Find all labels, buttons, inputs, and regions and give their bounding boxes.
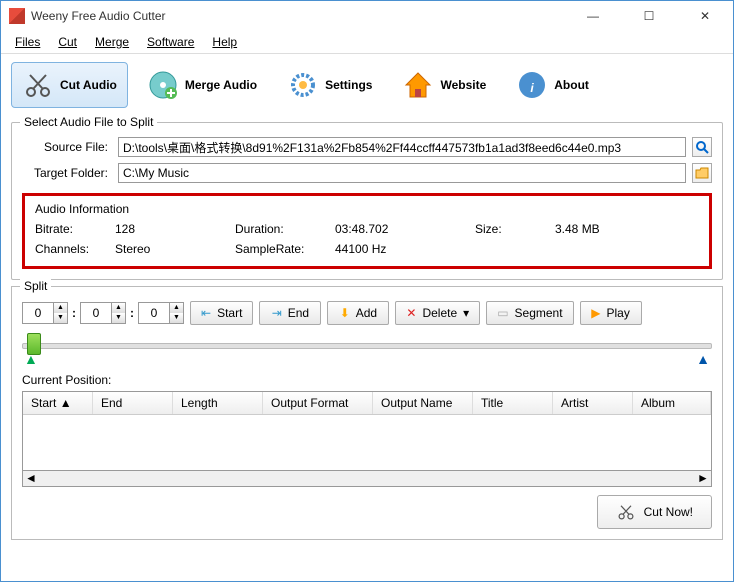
start-marker[interactable]: ▲: [24, 351, 38, 367]
split-title: Split: [20, 279, 51, 293]
merge-audio-label: Merge Audio: [185, 78, 257, 92]
end-marker[interactable]: ▲: [696, 351, 710, 367]
bitrate-label: Bitrate:: [35, 222, 115, 236]
minutes-input[interactable]: [81, 306, 111, 320]
duration-label: Duration:: [235, 222, 335, 236]
down-arrow-icon: ⬇: [340, 306, 350, 320]
menu-merge[interactable]: Merge: [87, 33, 137, 51]
about-label: About: [554, 78, 589, 92]
sort-icon: ▲: [60, 396, 72, 410]
hours-spinner[interactable]: ▲▼: [22, 302, 68, 324]
seconds-up[interactable]: ▲: [169, 303, 183, 313]
horizontal-scrollbar[interactable]: ◄►: [22, 471, 712, 487]
info-icon: i: [516, 69, 548, 101]
merge-audio-button[interactable]: Merge Audio: [136, 62, 268, 108]
menu-cut[interactable]: Cut: [50, 33, 85, 51]
bitrate-value: 128: [115, 222, 235, 236]
audio-info-title: Audio Information: [35, 202, 699, 216]
size-value: 3.48 MB: [555, 222, 635, 236]
menu-files[interactable]: Files: [7, 33, 48, 51]
segments-list[interactable]: Start ▲ End Length Output Format Output …: [22, 391, 712, 471]
audio-info-group: Audio Information Bitrate: 128 Duration:…: [22, 193, 712, 269]
channels-label: Channels:: [35, 242, 115, 256]
minutes-spinner[interactable]: ▲▼: [80, 302, 126, 324]
website-label: Website: [440, 78, 486, 92]
close-button[interactable]: ✕: [685, 6, 725, 26]
samplerate-value: 44100 Hz: [335, 242, 475, 256]
menu-software[interactable]: Software: [139, 33, 202, 51]
app-icon: [9, 8, 25, 24]
settings-button[interactable]: Settings: [276, 62, 383, 108]
chevron-down-icon: ▾: [463, 306, 469, 320]
titlebar: Weeny Free Audio Cutter — ☐ ✕: [1, 1, 733, 31]
target-folder-label: Target Folder:: [22, 166, 112, 180]
scroll-right[interactable]: ►: [695, 471, 711, 486]
play-button[interactable]: ▶Play: [580, 301, 642, 325]
hours-up[interactable]: ▲: [53, 303, 67, 313]
cut-now-button[interactable]: Cut Now!: [597, 495, 712, 529]
scissors-icon: [616, 502, 636, 522]
seconds-spinner[interactable]: ▲▼: [138, 302, 184, 324]
duration-value: 03:48.702: [335, 222, 475, 236]
minimize-button[interactable]: —: [573, 6, 613, 26]
position-slider[interactable]: ▲ ▲: [22, 333, 712, 363]
current-position-label: Current Position:: [22, 373, 712, 387]
minutes-down[interactable]: ▼: [111, 313, 125, 323]
settings-label: Settings: [325, 78, 372, 92]
cd-plus-icon: [147, 69, 179, 101]
seconds-down[interactable]: ▼: [169, 313, 183, 323]
start-button[interactable]: ⇤Start: [190, 301, 253, 325]
segment-icon: ▭: [497, 306, 508, 320]
select-file-group: Select Audio File to Split Source File: …: [11, 122, 723, 280]
hours-input[interactable]: [23, 306, 53, 320]
delete-button[interactable]: ✕Delete▾: [395, 301, 480, 325]
window-title: Weeny Free Audio Cutter: [31, 9, 573, 23]
source-file-input[interactable]: [118, 137, 686, 157]
end-button[interactable]: ⇥End: [259, 301, 321, 325]
browse-target-button[interactable]: [692, 163, 712, 183]
toolbar: Cut Audio Merge Audio Settings Website i…: [1, 54, 733, 116]
website-button[interactable]: Website: [391, 62, 497, 108]
about-button[interactable]: i About: [505, 62, 600, 108]
x-icon: ✕: [406, 306, 416, 320]
samplerate-label: SampleRate:: [235, 242, 335, 256]
col-length[interactable]: Length: [173, 392, 263, 414]
cut-audio-button[interactable]: Cut Audio: [11, 62, 128, 108]
select-file-title: Select Audio File to Split: [20, 115, 157, 129]
scissors-icon: [22, 69, 54, 101]
segment-button[interactable]: ▭Segment: [486, 301, 573, 325]
home-icon: [402, 69, 434, 101]
col-name[interactable]: Output Name: [373, 392, 473, 414]
scroll-left[interactable]: ◄: [23, 471, 39, 486]
menu-help[interactable]: Help: [204, 33, 245, 51]
minutes-up[interactable]: ▲: [111, 303, 125, 313]
col-artist[interactable]: Artist: [553, 392, 633, 414]
split-group: Split ▲▼ : ▲▼ : ▲▼ ⇤Start ⇥End ⬇Add ✕Del…: [11, 286, 723, 540]
end-marker-icon: ⇥: [272, 306, 282, 320]
add-button[interactable]: ⬇Add: [327, 301, 389, 325]
size-label: Size:: [475, 222, 555, 236]
gear-icon: [287, 69, 319, 101]
play-icon: ▶: [591, 306, 600, 320]
hours-down[interactable]: ▼: [53, 313, 67, 323]
col-end[interactable]: End: [93, 392, 173, 414]
col-format[interactable]: Output Format: [263, 392, 373, 414]
cut-now-label: Cut Now!: [644, 505, 693, 519]
seconds-input[interactable]: [139, 306, 169, 320]
list-header: Start ▲ End Length Output Format Output …: [23, 392, 711, 415]
browse-source-button[interactable]: [692, 137, 712, 157]
menubar: Files Cut Merge Software Help: [1, 31, 733, 54]
col-title[interactable]: Title: [473, 392, 553, 414]
cut-audio-label: Cut Audio: [60, 78, 117, 92]
maximize-button[interactable]: ☐: [629, 6, 669, 26]
target-folder-input[interactable]: [118, 163, 686, 183]
col-album[interactable]: Album: [633, 392, 711, 414]
col-start[interactable]: Start ▲: [23, 392, 93, 414]
source-file-label: Source File:: [22, 140, 112, 154]
start-marker-icon: ⇤: [201, 306, 211, 320]
channels-value: Stereo: [115, 242, 235, 256]
